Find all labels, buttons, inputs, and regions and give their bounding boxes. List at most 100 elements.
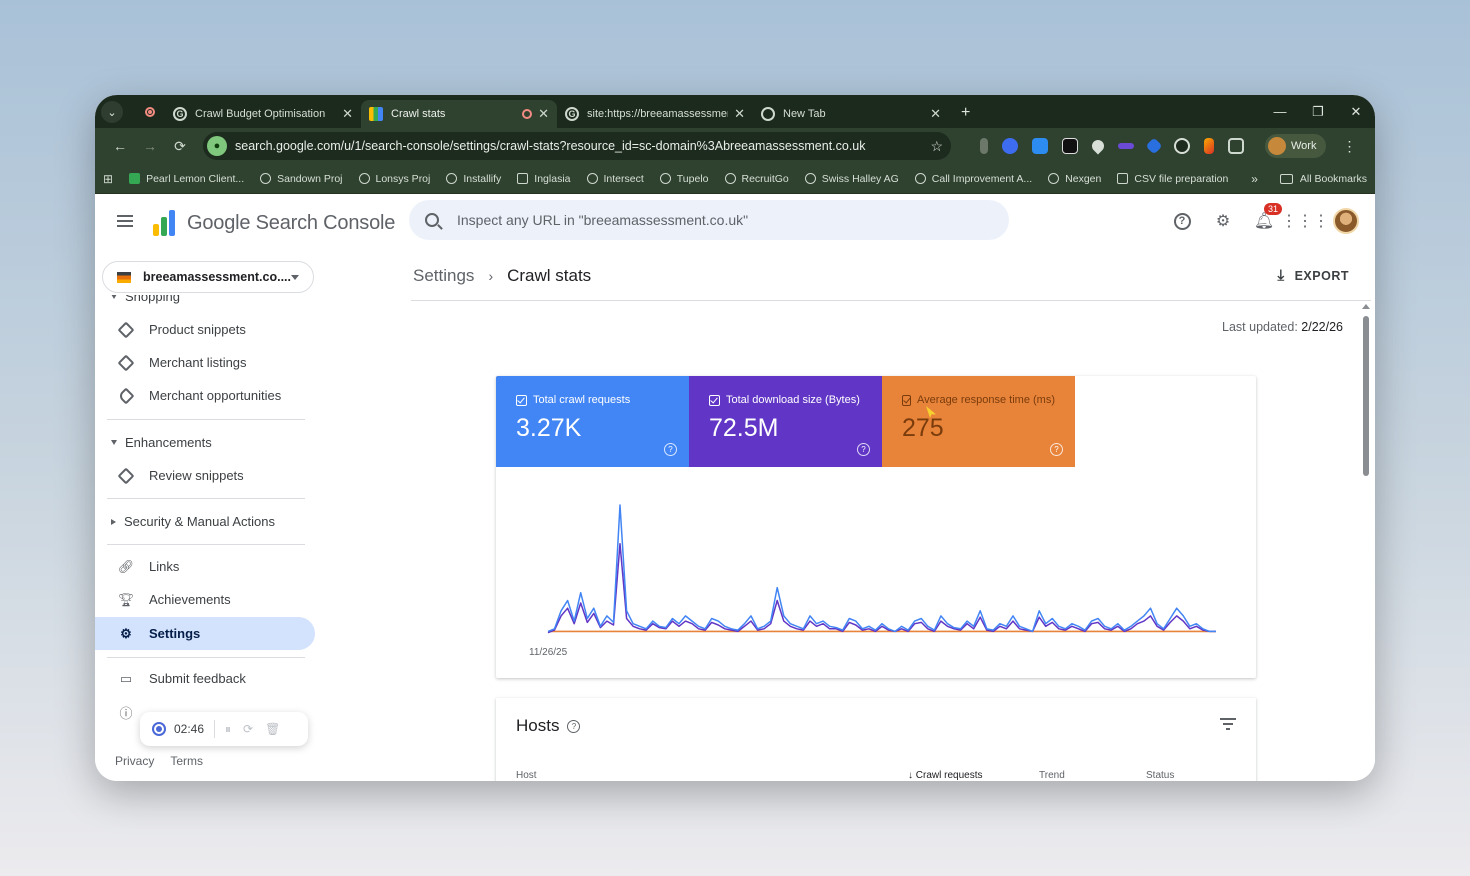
bookmark-star-icon[interactable]: ☆ (930, 138, 943, 155)
address-bar[interactable]: ● search.google.com/u/1/search-console/s… (203, 132, 951, 160)
bookmark-item[interactable]: Lonsys Proj (358, 173, 430, 185)
forward-icon[interactable]: → (135, 138, 165, 154)
bookmark-item[interactable]: RecruitGo (724, 173, 789, 185)
metric-total-download-size[interactable]: Total download size (Bytes) 72.5M ? (689, 376, 882, 467)
extension-m-icon[interactable] (1032, 138, 1048, 154)
extension-mail-icon[interactable] (1062, 138, 1078, 154)
sidebar-item-submit-feedback[interactable]: ▭ Submit feedback (95, 662, 315, 695)
checkbox-checked-icon[interactable] (709, 394, 720, 406)
avatar[interactable] (1333, 208, 1359, 234)
privacy-link[interactable]: Privacy (115, 754, 154, 768)
more-bookmarks-icon[interactable]: » (1251, 172, 1258, 186)
extension-blue-circle-icon[interactable] (1002, 138, 1018, 154)
sidebar-section-shopping[interactable]: Shopping (111, 295, 180, 304)
help-icon[interactable]: ? (567, 719, 581, 733)
profile-chip[interactable]: Work (1265, 134, 1327, 158)
help-icon[interactable]: ? (1050, 443, 1063, 456)
extension-tag-icon[interactable] (1145, 137, 1163, 155)
tab-close-icon[interactable]: ✕ (930, 106, 941, 122)
apps-grid-icon[interactable]: ⋮⋮⋮ (1281, 209, 1329, 233)
sidebar-item-product-snippets[interactable]: Product snippets (95, 313, 315, 346)
sidebar-item-merchant-opportunities[interactable]: Merchant opportunities (95, 379, 315, 412)
property-selector[interactable]: breeamassessment.co.... (102, 261, 314, 293)
sidebar-item-review-snippets[interactable]: Review snippets (95, 459, 315, 492)
menu-icon[interactable] (117, 215, 133, 227)
window-close-icon[interactable]: ✕ (1337, 104, 1375, 120)
restore-icon[interactable]: ❐ (1299, 104, 1337, 120)
bookmark-item[interactable]: Pearl Lemon Client... (129, 173, 244, 185)
tab-search-chevron-icon[interactable]: ⌄ (101, 101, 123, 123)
back-icon[interactable]: ← (105, 138, 135, 154)
filter-icon[interactable] (1220, 718, 1236, 733)
bookmark-item[interactable]: Intersect (586, 173, 644, 185)
minimize-icon[interactable]: — (1261, 104, 1299, 119)
sidebar-item-achievements[interactable]: 🏆︎ Achievements (95, 583, 315, 616)
tab-close-icon[interactable]: ✕ (538, 106, 549, 122)
metric-average-response-time[interactable]: Average response time (ms) 275 ? (882, 376, 1075, 467)
search-console-logo-icon (151, 210, 179, 236)
users-settings-icon[interactable]: ⚙ (1211, 209, 1235, 233)
sidebar-section-security[interactable]: Security & Manual Actions (111, 514, 275, 529)
main-scrollbar[interactable] (1362, 304, 1370, 780)
sidebar-item-settings[interactable]: ⚙ Settings (95, 617, 315, 650)
notifications-bell-icon[interactable]: 🔔︎ 31 (1252, 203, 1283, 233)
microphone-icon[interactable] (980, 138, 988, 154)
column-header-crawl-requests[interactable]: ↓ Crawl requests (908, 770, 982, 781)
browser-menu-icon[interactable]: ⋮ (1342, 138, 1356, 155)
gear-icon (914, 173, 926, 184)
help-icon[interactable]: ? (1170, 209, 1194, 233)
bookmark-item[interactable]: Inglasia (517, 173, 571, 185)
export-button[interactable]: ⤓ EXPORT (1277, 267, 1349, 284)
terms-link[interactable]: Terms (170, 754, 203, 768)
stop-recording-icon[interactable] (152, 722, 166, 736)
reload-icon[interactable]: ⟳ (165, 138, 195, 155)
sidebar-divider (107, 419, 305, 420)
tab-crawl-budget[interactable]: G Crawl Budget Optimisation ✕ (165, 100, 361, 128)
recording-indicator-icon[interactable] (141, 103, 159, 121)
bookmark-item[interactable]: Tupelo (659, 173, 709, 185)
column-header-trend[interactable]: Trend (1039, 770, 1065, 781)
hosts-card: Hosts ? Host ↓ Crawl requests Trend Stat… (496, 698, 1256, 781)
checkbox-checked-icon[interactable] (516, 394, 527, 406)
tab-close-icon[interactable]: ✕ (342, 106, 353, 122)
tab-close-icon[interactable]: ✕ (734, 106, 745, 122)
extension-location-icon[interactable] (1089, 137, 1107, 155)
help-icon[interactable]: ? (857, 443, 870, 456)
extension-wave-icon[interactable] (1118, 143, 1134, 149)
metric-total-crawl-requests[interactable]: Total crawl requests 3.27K ? (496, 376, 689, 467)
bookmark-item[interactable]: CSV file preparation (1117, 173, 1228, 185)
pause-icon[interactable]: ⏸ (225, 722, 231, 737)
tab-new-tab[interactable]: New Tab ✕ (753, 100, 949, 128)
bookmark-item[interactable]: Call Improvement A... (914, 173, 1032, 185)
bookmark-item[interactable]: Swiss Halley AG (804, 173, 899, 185)
all-bookmarks[interactable]: All Bookmarks (1279, 173, 1367, 185)
site-info-icon[interactable]: ● (207, 136, 227, 156)
extension-bolt-icon[interactable] (1204, 138, 1214, 154)
sidebar-divider (107, 498, 305, 499)
breadcrumb-settings[interactable]: Settings (413, 266, 474, 286)
apps-grid-icon[interactable]: ⊞ (103, 172, 113, 186)
bookmark-item[interactable]: Nexgen (1048, 173, 1101, 185)
help-icon[interactable]: ? (664, 443, 677, 456)
tab-site-search[interactable]: G site:https://breeamassessment.c ✕ (557, 100, 753, 128)
sidebar-item-links[interactable]: 🔗︎ Links (95, 550, 315, 583)
bookmark-item[interactable]: Sandown Proj (260, 173, 343, 185)
new-tab-button[interactable]: + (961, 104, 970, 122)
scrollbar-thumb[interactable] (1363, 316, 1369, 476)
search-console-favicon-icon (369, 107, 383, 121)
extension-w-icon[interactable] (1174, 138, 1190, 154)
url-text[interactable]: search.google.com/u/1/search-console/set… (235, 139, 930, 153)
column-header-status[interactable]: Status (1146, 770, 1174, 781)
scroll-up-icon[interactable] (1362, 304, 1370, 309)
tab-crawl-stats[interactable]: Crawl stats ✕ (361, 100, 557, 128)
column-header-host[interactable]: Host (516, 770, 537, 781)
gsc-logo[interactable]: Google Search Console (151, 210, 395, 236)
trash-icon[interactable]: 🗑︎ (265, 722, 280, 736)
url-inspection-search[interactable]: Inspect any URL in "breeamassessment.co.… (409, 200, 1009, 240)
extensions-puzzle-icon[interactable] (1228, 138, 1244, 154)
sidebar-item-merchant-listings[interactable]: Merchant listings (95, 346, 315, 379)
restart-icon[interactable]: ⟳ (243, 722, 253, 736)
checkbox-checked-icon[interactable] (902, 394, 912, 406)
sidebar-section-enhancements[interactable]: Enhancements (111, 435, 212, 450)
bookmark-item[interactable]: Installify (446, 173, 501, 185)
